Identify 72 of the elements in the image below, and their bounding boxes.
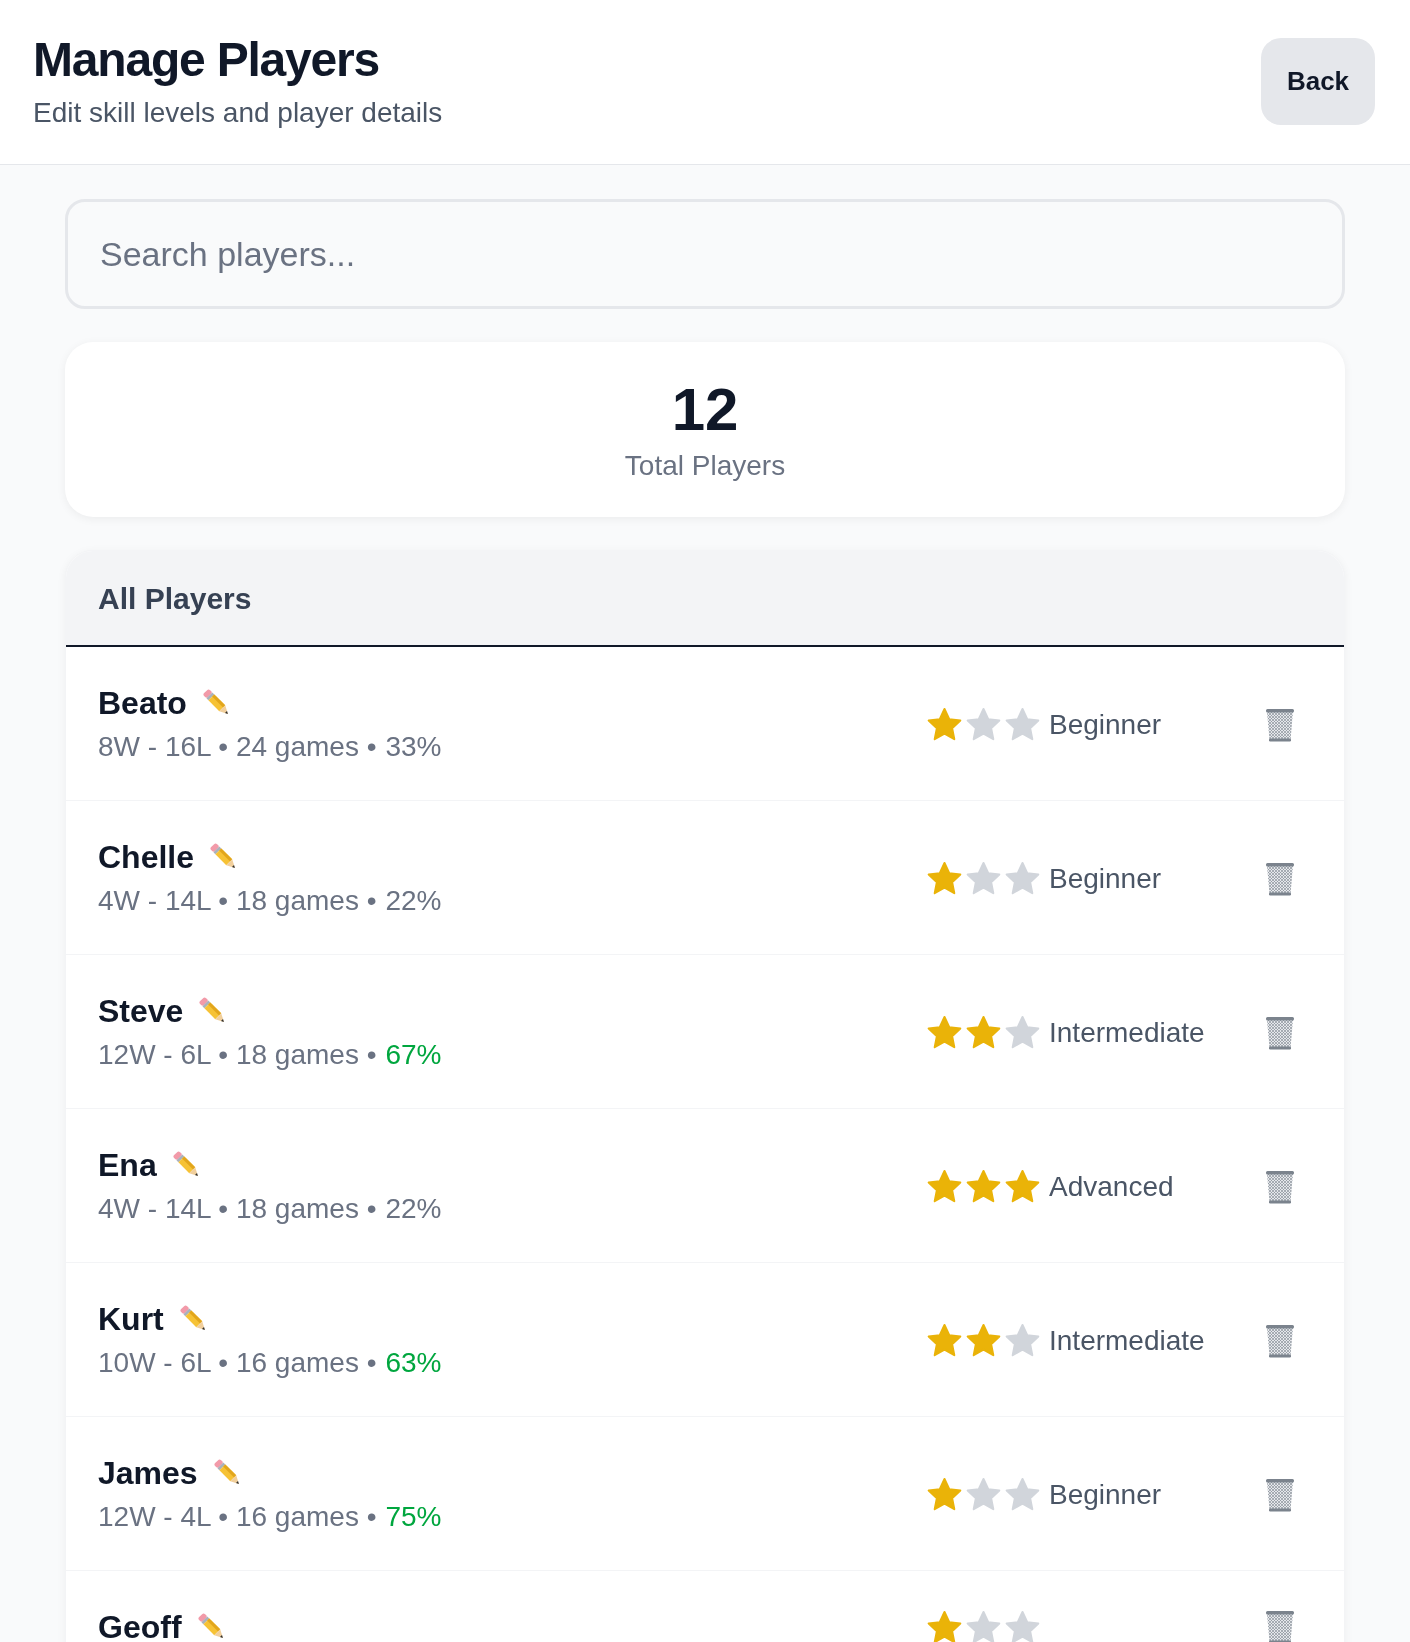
player-name: Steve [98, 992, 184, 1031]
list-title: All Players [98, 580, 252, 617]
star-icon[interactable] [1005, 1015, 1040, 1050]
star-icon[interactable] [927, 1169, 962, 1204]
star-icon[interactable] [927, 1323, 962, 1358]
pencil-icon[interactable] [202, 689, 231, 717]
search-field[interactable]: Search players... [65, 199, 1345, 309]
trash-icon[interactable] [1264, 1169, 1296, 1204]
win-rate: 22% [385, 1192, 442, 1226]
trash-icon[interactable] [1264, 1015, 1296, 1050]
star-icon[interactable] [966, 1015, 1001, 1050]
star-icon[interactable] [966, 861, 1001, 896]
pencil-icon[interactable] [213, 1459, 242, 1487]
skill-level: Beginner [1049, 708, 1162, 742]
star-rating[interactable] [927, 1609, 1040, 1642]
star-icon[interactable] [927, 1609, 962, 1642]
skill-level: Beginner [1049, 1478, 1162, 1512]
star-icon[interactable] [927, 861, 962, 896]
star-icon[interactable] [1005, 1477, 1040, 1512]
star-icon[interactable] [1005, 1323, 1040, 1358]
player-record: 8W - 16L • 24 games • [98, 730, 377, 764]
pencil-icon[interactable] [197, 1613, 226, 1641]
star-icon[interactable] [966, 1169, 1001, 1204]
star-icon[interactable] [1005, 1609, 1040, 1642]
star-icon[interactable] [1005, 707, 1040, 742]
win-rate: 33% [385, 730, 442, 764]
win-rate: 67% [385, 1038, 442, 1072]
player-record: 12W - 4L • 16 games • [98, 1500, 377, 1534]
pencil-icon[interactable] [172, 1151, 201, 1179]
star-rating[interactable] [927, 707, 1040, 742]
trash-icon[interactable] [1264, 1477, 1296, 1512]
win-rate: 63% [385, 1346, 442, 1380]
total-label: Total Players [624, 449, 786, 483]
skill-level: Intermediate [1049, 1016, 1205, 1050]
skill-level: Beginner [1049, 862, 1162, 896]
player-name: James [98, 1454, 198, 1493]
star-rating[interactable] [927, 1169, 1040, 1204]
page-subtitle: Edit skill levels and player details [33, 96, 443, 130]
player-record: 4W - 14L • 18 games • [98, 1192, 377, 1226]
trash-icon[interactable] [1264, 1323, 1296, 1358]
total-count: 12 [671, 380, 739, 440]
star-rating[interactable] [927, 1477, 1040, 1512]
player-name: Geoff [98, 1608, 182, 1642]
page-title: Manage Players [33, 32, 381, 88]
player-name: Beato [98, 684, 187, 723]
star-icon[interactable] [1005, 1169, 1040, 1204]
trash-icon[interactable] [1264, 707, 1296, 742]
back-button[interactable]: Back [1261, 38, 1375, 125]
player-name: Ena [98, 1146, 157, 1185]
win-rate: 75% [385, 1500, 442, 1534]
player-record: 4W - 14L • 18 games • [98, 884, 377, 918]
star-rating[interactable] [927, 861, 1040, 896]
star-icon[interactable] [927, 1477, 962, 1512]
pencil-icon[interactable] [179, 1305, 208, 1333]
star-icon[interactable] [1005, 861, 1040, 896]
player-record: 12W - 6L • 18 games • [98, 1038, 377, 1072]
player-name: Chelle [98, 838, 195, 877]
star-icon[interactable] [927, 1015, 962, 1050]
star-rating[interactable] [927, 1323, 1040, 1358]
trash-icon[interactable] [1264, 1610, 1296, 1642]
star-icon[interactable] [927, 707, 962, 742]
star-icon[interactable] [966, 1323, 1001, 1358]
player-name: Kurt [98, 1300, 164, 1339]
player-record: 10W - 6L • 16 games • [98, 1346, 377, 1380]
star-icon[interactable] [966, 707, 1001, 742]
trash-icon[interactable] [1264, 861, 1296, 896]
skill-level: Advanced [1049, 1170, 1174, 1204]
star-icon[interactable] [966, 1609, 1001, 1642]
star-icon[interactable] [966, 1477, 1001, 1512]
star-rating[interactable] [927, 1015, 1040, 1050]
win-rate: 22% [385, 884, 442, 918]
skill-level: Intermediate [1049, 1324, 1205, 1358]
